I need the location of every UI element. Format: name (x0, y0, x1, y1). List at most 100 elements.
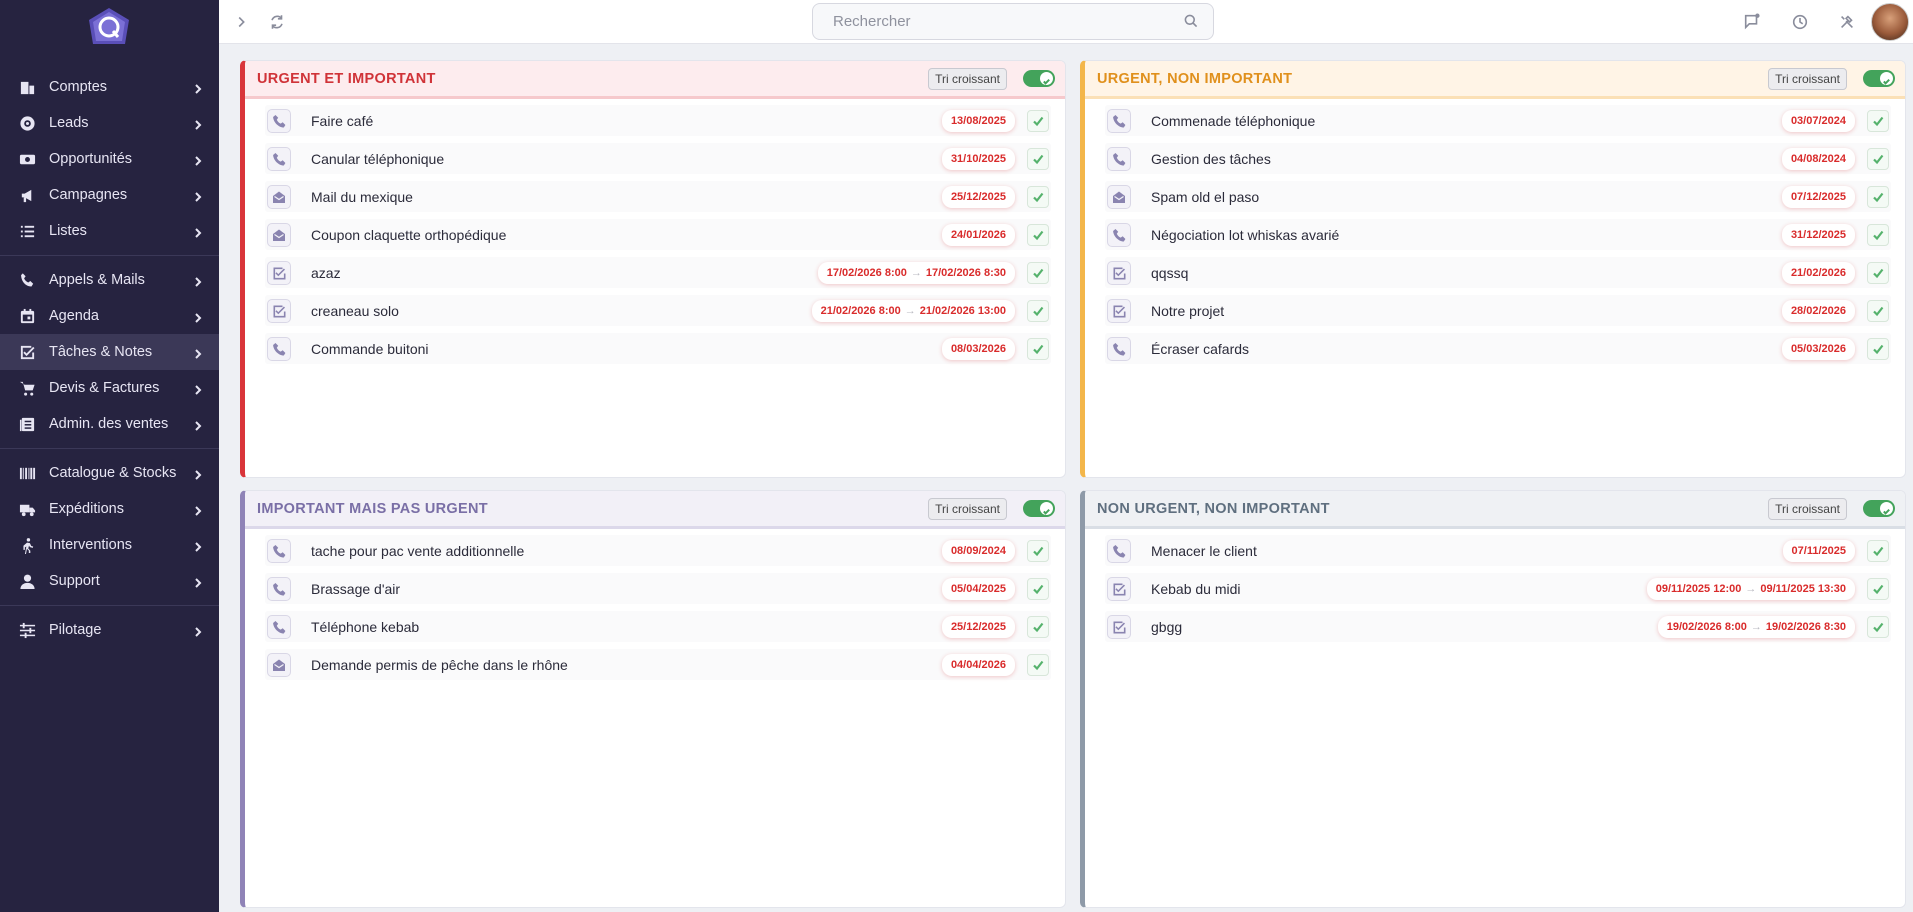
sidebar-item-taches-notes[interactable]: Tâches & Notes (0, 334, 219, 370)
mail-open-icon[interactable] (267, 184, 291, 209)
complete-check-icon[interactable] (1867, 299, 1889, 322)
task-row[interactable]: Négociation lot whiskas avarié 31/12/2025 (1105, 219, 1891, 250)
phone-icon[interactable] (267, 614, 291, 639)
task-row[interactable]: Coupon claquette orthopédique 24/01/2026 (265, 219, 1051, 250)
mail-open-icon[interactable] (1107, 184, 1131, 209)
complete-check-icon[interactable] (1867, 109, 1889, 132)
sort-button[interactable]: Tri croissant (1768, 67, 1847, 90)
panel-toggle[interactable] (1023, 70, 1055, 87)
sidebar-item-opportunites[interactable]: Opportunités (0, 141, 219, 177)
phone-icon[interactable] (1107, 336, 1131, 361)
task-row[interactable]: Kebab du midi 09/11/2025 12:00 → 09/11/2025… (1105, 573, 1891, 604)
sidebar-item-devis-factures[interactable]: Devis & Factures (0, 370, 219, 406)
task-label[interactable]: Mail du mexique (311, 189, 942, 205)
panel-toggle[interactable] (1863, 70, 1895, 87)
task-row[interactable]: Téléphone kebab 25/12/2025 (265, 611, 1051, 642)
task-row[interactable]: Spam old el paso 07/12/2025 (1105, 181, 1891, 212)
sidebar-item-expeditions[interactable]: Expéditions (0, 491, 219, 527)
sidebar-item-listes[interactable]: Listes (0, 213, 219, 249)
task-row[interactable]: creaneau solo 21/02/2026 8:00 → 21/02/2026 … (265, 295, 1051, 326)
task-label[interactable]: Demande permis de pêche dans le rhône (311, 657, 942, 673)
task-label[interactable]: Faire café (311, 113, 942, 129)
user-avatar[interactable] (1871, 3, 1909, 41)
task-row[interactable]: Commande buitoni 08/03/2026 (265, 333, 1051, 364)
sidebar-item-appels-mails[interactable]: Appels & Mails (0, 262, 219, 298)
complete-check-icon[interactable] (1027, 109, 1049, 132)
task-label[interactable]: Canular téléphonique (311, 151, 942, 167)
complete-check-icon[interactable] (1027, 261, 1049, 284)
complete-check-icon[interactable] (1867, 147, 1889, 170)
complete-check-icon[interactable] (1027, 299, 1049, 322)
task-row[interactable]: Demande permis de pêche dans le rhône 04/… (265, 649, 1051, 680)
task-label[interactable]: creaneau solo (311, 303, 812, 319)
phone-icon[interactable] (267, 146, 291, 171)
phone-icon[interactable] (267, 538, 291, 563)
complete-check-icon[interactable] (1027, 653, 1049, 676)
task-label[interactable]: Commenade téléphonique (1151, 113, 1782, 129)
task-label[interactable]: tache pour pac vente additionnelle (311, 543, 942, 559)
task-label[interactable]: azaz (311, 265, 818, 281)
task-row[interactable]: Écraser cafards 05/03/2026 (1105, 333, 1891, 364)
complete-check-icon[interactable] (1027, 223, 1049, 246)
task-row[interactable]: Menacer le client 07/11/2025 (1105, 535, 1891, 566)
complete-check-icon[interactable] (1027, 539, 1049, 562)
phone-icon[interactable] (1107, 146, 1131, 171)
sidebar-item-admin-des-ventes[interactable]: Admin. des ventes (0, 406, 219, 442)
sort-button[interactable]: Tri croissant (928, 67, 1007, 90)
search-icon[interactable] (1183, 13, 1201, 31)
sort-button[interactable]: Tri croissant (1768, 497, 1847, 520)
phone-icon[interactable] (267, 336, 291, 361)
complete-check-icon[interactable] (1027, 337, 1049, 360)
task-label[interactable]: Coupon claquette orthopédique (311, 227, 942, 243)
task-label[interactable]: Notre projet (1151, 303, 1782, 319)
task-checkbox-icon[interactable] (1107, 298, 1131, 323)
task-checkbox-icon[interactable] (267, 298, 291, 323)
task-label[interactable]: Menacer le client (1151, 543, 1783, 559)
task-row[interactable]: Canular téléphonique 31/10/2025 (265, 143, 1051, 174)
task-checkbox-icon[interactable] (1107, 614, 1131, 639)
complete-check-icon[interactable] (1867, 615, 1889, 638)
complete-check-icon[interactable] (1867, 577, 1889, 600)
task-label[interactable]: Téléphone kebab (311, 619, 942, 635)
app-logo-icon[interactable] (86, 6, 132, 52)
task-label[interactable]: Écraser cafards (1151, 341, 1782, 357)
panel-toggle[interactable] (1863, 500, 1895, 517)
sidebar-item-comptes[interactable]: Comptes (0, 69, 219, 105)
sidebar-item-catalogue-stocks[interactable]: Catalogue & Stocks (0, 455, 219, 491)
complete-check-icon[interactable] (1027, 147, 1049, 170)
task-row[interactable]: gbgg 19/02/2026 8:00 → 19/02/2026 8:30 (1105, 611, 1891, 642)
sort-button[interactable]: Tri croissant (928, 497, 1007, 520)
task-label[interactable]: Brassage d'air (311, 581, 942, 597)
task-row[interactable]: Gestion des tâches 04/08/2024 (1105, 143, 1891, 174)
task-row[interactable]: tache pour pac vente additionnelle 08/09/… (265, 535, 1051, 566)
task-row[interactable]: Faire café 13/08/2025 (265, 105, 1051, 136)
task-row[interactable]: Mail du mexique 25/12/2025 (265, 181, 1051, 212)
task-row[interactable]: azaz 17/02/2026 8:00 → 17/02/2026 8:30 (265, 257, 1051, 288)
complete-check-icon[interactable] (1867, 185, 1889, 208)
task-row[interactable]: Brassage d'air 05/04/2025 (265, 573, 1051, 604)
mail-open-icon[interactable] (267, 222, 291, 247)
search-input[interactable] (833, 13, 1183, 30)
refresh-icon[interactable] (266, 11, 288, 33)
complete-check-icon[interactable] (1867, 223, 1889, 246)
task-checkbox-icon[interactable] (1107, 260, 1131, 285)
task-row[interactable]: Notre projet 28/02/2026 (1105, 295, 1891, 326)
phone-icon[interactable] (267, 108, 291, 133)
task-row[interactable]: Commenade téléphonique 03/07/2024 (1105, 105, 1891, 136)
task-checkbox-icon[interactable] (267, 260, 291, 285)
history-clock-icon[interactable] (1789, 11, 1811, 33)
phone-icon[interactable] (1107, 108, 1131, 133)
task-row[interactable]: qqssq 21/02/2026 (1105, 257, 1891, 288)
notes-flag-icon[interactable] (1741, 11, 1763, 33)
task-label[interactable]: Kebab du midi (1151, 581, 1647, 597)
task-label[interactable]: Gestion des tâches (1151, 151, 1782, 167)
complete-check-icon[interactable] (1027, 577, 1049, 600)
tools-icon[interactable] (1836, 11, 1858, 33)
sidebar-item-pilotage[interactable]: Pilotage (0, 612, 219, 648)
sidebar-item-leads[interactable]: Leads (0, 105, 219, 141)
phone-icon[interactable] (1107, 222, 1131, 247)
complete-check-icon[interactable] (1027, 615, 1049, 638)
complete-check-icon[interactable] (1027, 185, 1049, 208)
sidebar-item-campagnes[interactable]: Campagnes (0, 177, 219, 213)
complete-check-icon[interactable] (1867, 337, 1889, 360)
